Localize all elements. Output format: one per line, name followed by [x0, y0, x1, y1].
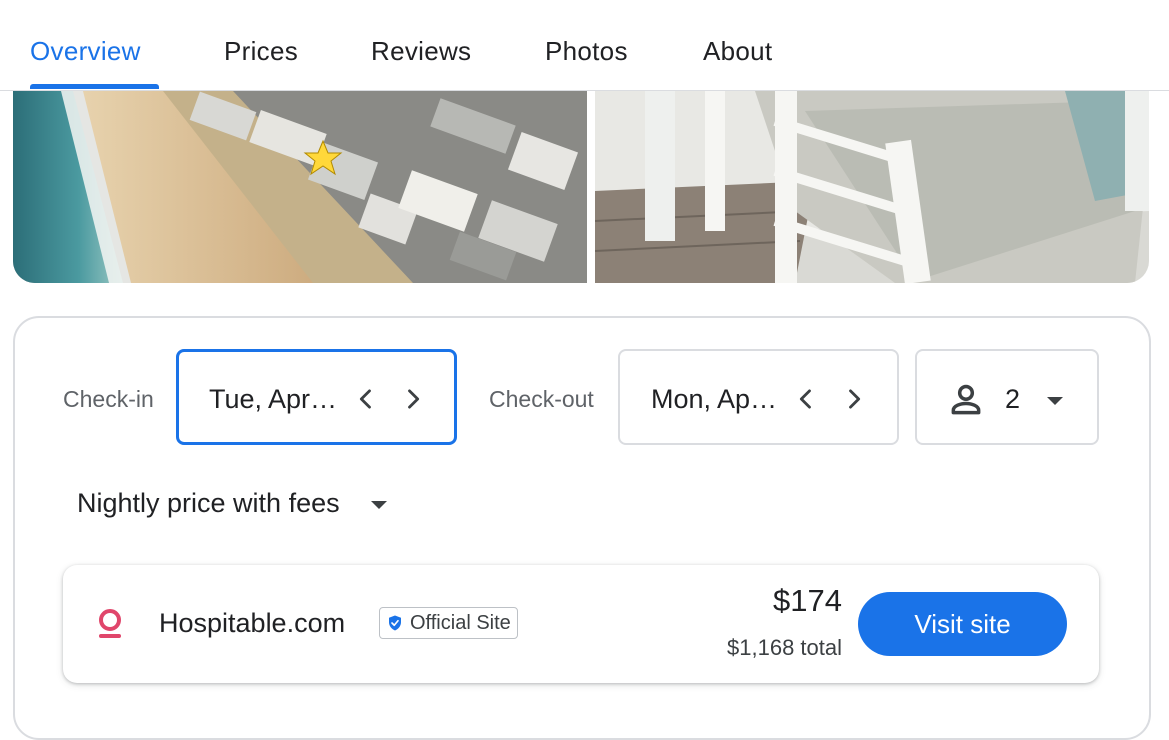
- checkout-field[interactable]: Mon, Ap…: [618, 349, 899, 445]
- chevron-right-icon[interactable]: [399, 385, 427, 413]
- guests-dropdown[interactable]: 2: [915, 349, 1099, 445]
- nightly-price: $174: [773, 583, 842, 618]
- tab-bar: Overview Prices Reviews Photos About: [0, 0, 1169, 91]
- dropdown-caret-icon[interactable]: [371, 501, 387, 509]
- provider-name[interactable]: Hospitable.com: [159, 608, 345, 639]
- photo-strip: [13, 91, 1149, 283]
- chevron-left-icon[interactable]: [352, 385, 380, 413]
- official-site-badge: Official Site: [379, 607, 518, 639]
- person-icon: [951, 384, 981, 415]
- total-price: $1,168 total: [727, 635, 842, 660]
- official-site-label: Official Site: [410, 611, 511, 634]
- bedroom-photo[interactable]: [595, 91, 1149, 283]
- tab-photos[interactable]: Photos: [545, 36, 628, 67]
- offer-row[interactable]: Hospitable.com Official Site $174 $1,168…: [63, 565, 1099, 683]
- verified-shield-icon: [389, 615, 401, 631]
- tab-prices[interactable]: Prices: [224, 36, 298, 67]
- visit-site-button[interactable]: Visit site: [858, 592, 1067, 656]
- tab-overview[interactable]: Overview: [30, 36, 141, 67]
- aerial-beach-photo[interactable]: [13, 91, 587, 283]
- checkin-label: Check-in: [63, 386, 154, 412]
- checkin-field[interactable]: Tue, Apr…: [176, 349, 457, 445]
- provider-logo-icon: [99, 609, 121, 638]
- chevron-left-icon[interactable]: [792, 385, 820, 413]
- checkout-label: Check-out: [489, 386, 594, 412]
- tab-reviews[interactable]: Reviews: [371, 36, 471, 67]
- chevron-right-icon[interactable]: [840, 385, 868, 413]
- checkin-value: Tue, Apr…: [209, 384, 338, 414]
- checkout-value: Mon, Ap…: [651, 384, 778, 414]
- guests-count: 2: [1005, 384, 1021, 414]
- active-tab-indicator: [30, 84, 159, 89]
- price-mode-dropdown[interactable]: Nightly price with fees: [77, 488, 340, 519]
- tab-about[interactable]: About: [703, 36, 772, 67]
- dropdown-caret-icon: [1047, 397, 1063, 405]
